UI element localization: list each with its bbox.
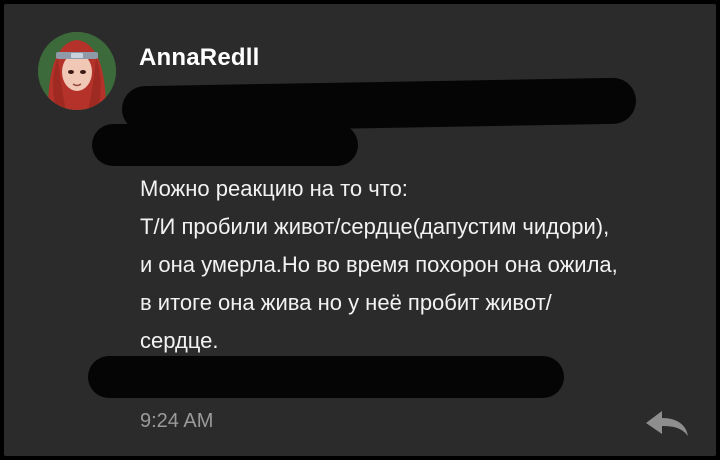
reply-arrow-icon <box>646 411 688 436</box>
redacted-line-3 <box>88 356 564 398</box>
message-line: Можно реакцию на то что: <box>140 176 408 201</box>
message-line: и она умерла.Но во время похорон она ожи… <box>140 252 618 277</box>
redacted-line-2 <box>92 124 358 166</box>
sender-name[interactable]: AnnaRedll <box>139 44 259 72</box>
reply-button[interactable] <box>642 406 692 440</box>
message-line: в итоге она жива но у неё пробит живот/ <box>140 290 552 315</box>
avatar-image <box>38 32 116 110</box>
message-body: Можно реакцию на то что: Т/И пробили жив… <box>140 170 700 360</box>
message-line: Т/И пробили живот/сердце(дапустим чидори… <box>140 214 610 239</box>
sender-avatar[interactable] <box>38 32 116 110</box>
message-card: AnnaRedll Можно реакцию на то что: Т/И п… <box>4 4 716 456</box>
message-line: сердце. <box>140 328 219 353</box>
message-timestamp: 9:24 AM <box>140 410 214 432</box>
